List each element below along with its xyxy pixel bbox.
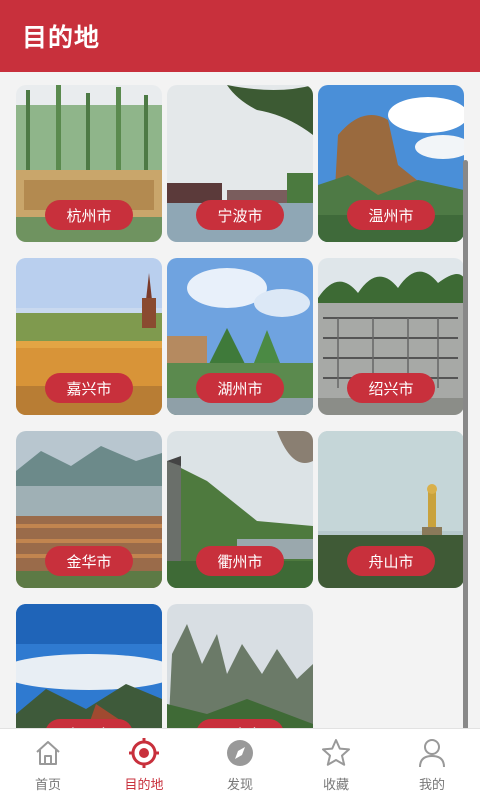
tab-discover[interactable]: 发现 <box>192 729 288 800</box>
home-icon <box>31 736 65 770</box>
city-grid: 杭州市 宁波市 温州市 嘉兴市 湖州市 绍兴市 金华市 衢州市 舟山市 <box>16 85 464 728</box>
tab-destination[interactable]: 目的地 <box>96 729 192 800</box>
city-label: 丽水市 <box>196 719 284 728</box>
city-label: 嘉兴市 <box>45 373 133 403</box>
tab-label: 发现 <box>226 778 253 793</box>
city-card-shaoxing[interactable]: 绍兴市 <box>318 258 464 415</box>
city-card-hangzhou[interactable]: 杭州市 <box>16 85 162 242</box>
city-card-taizhou[interactable]: 台州市 <box>16 604 162 728</box>
destination-list[interactable]: 杭州市 宁波市 温州市 嘉兴市 湖州市 绍兴市 金华市 衢州市 舟山市 <box>0 72 480 728</box>
tab-favorites[interactable]: 收藏 <box>288 729 384 800</box>
city-card-quzhou[interactable]: 衢州市 <box>167 431 313 588</box>
tab-profile[interactable]: 我的 <box>384 729 480 800</box>
city-label: 杭州市 <box>45 200 133 230</box>
city-photo <box>16 604 162 728</box>
city-card-jiaxing[interactable]: 嘉兴市 <box>16 258 162 415</box>
city-card-ningbo[interactable]: 宁波市 <box>167 85 313 242</box>
city-label: 绍兴市 <box>347 373 435 403</box>
compass-icon <box>223 736 257 770</box>
city-label: 台州市 <box>45 719 133 728</box>
city-label: 宁波市 <box>196 200 284 230</box>
city-label: 温州市 <box>347 200 435 230</box>
city-card-lishui[interactable]: 丽水市 <box>167 604 313 728</box>
app-root: 目的地 杭州市 宁波市 温州市 嘉兴市 湖州市 绍兴市 金华市 衢州市 舟山市 … <box>0 0 480 800</box>
city-card-huzhou[interactable]: 湖州市 <box>167 258 313 415</box>
city-label: 衢州市 <box>196 546 284 576</box>
city-label: 金华市 <box>45 546 133 576</box>
tab-label: 首页 <box>34 778 61 793</box>
tab-label: 目的地 <box>124 778 164 793</box>
page-title: 目的地 <box>22 23 101 52</box>
tab-home[interactable]: 首页 <box>0 729 96 800</box>
city-card-jinhua[interactable]: 金华市 <box>16 431 162 588</box>
city-label: 舟山市 <box>347 546 435 576</box>
target-icon <box>127 736 161 770</box>
scrollbar[interactable] <box>463 160 468 728</box>
user-icon <box>415 736 449 770</box>
tab-label: 收藏 <box>322 778 349 793</box>
star-icon <box>319 736 353 770</box>
header-bar: 目的地 <box>0 0 480 72</box>
tab-label: 我的 <box>418 778 445 793</box>
city-card-zhoushan[interactable]: 舟山市 <box>318 431 464 588</box>
city-card-wenzhou[interactable]: 温州市 <box>318 85 464 242</box>
bottom-tab-bar: 首页 目的地 发现 收藏 我的 <box>0 728 480 800</box>
city-photo <box>167 604 313 728</box>
city-label: 湖州市 <box>196 373 284 403</box>
